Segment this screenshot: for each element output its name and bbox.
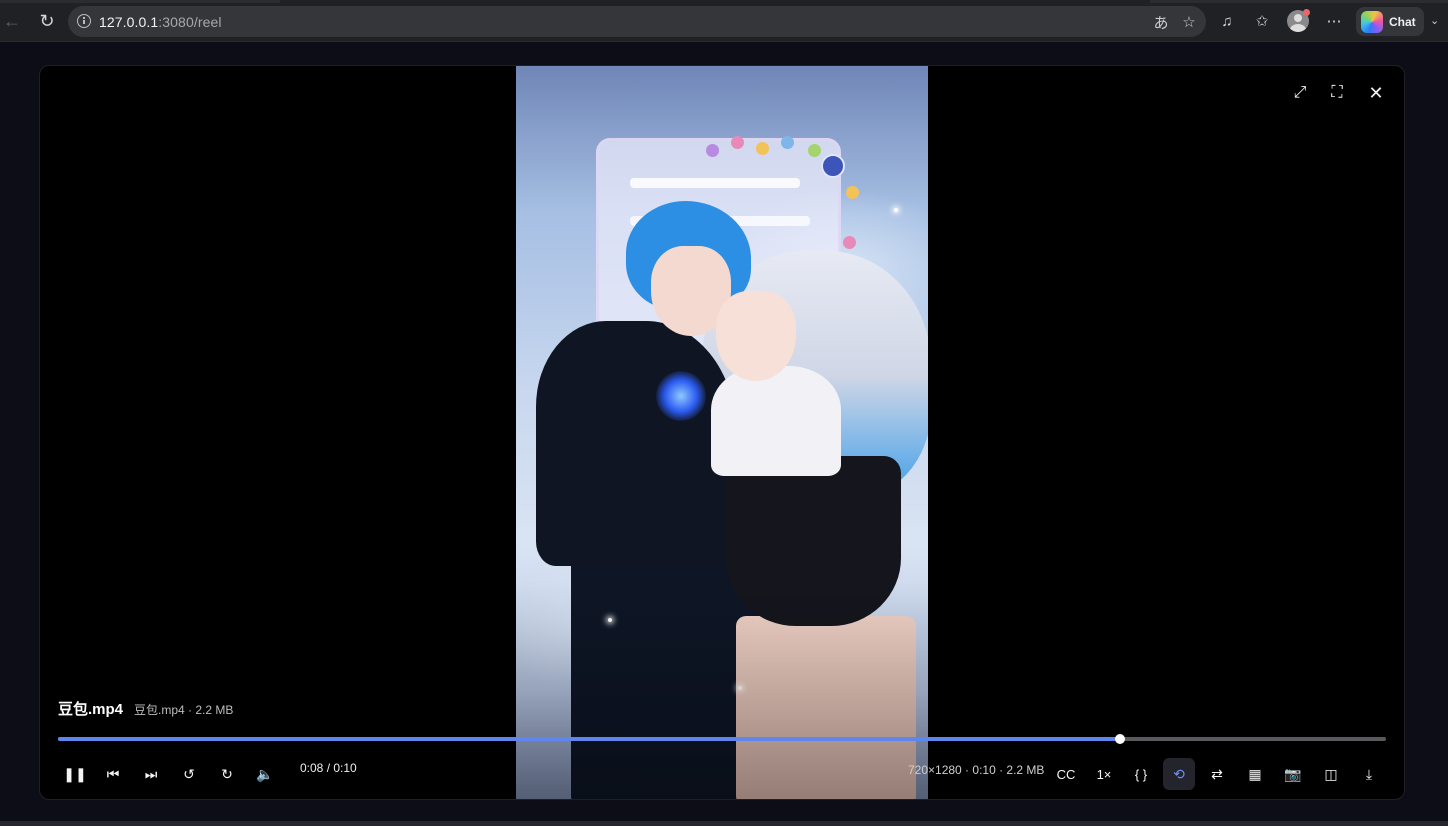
progress-thumb[interactable] (1115, 734, 1126, 744)
chat-label: Chat (1389, 14, 1416, 29)
file-meta: 豆包.mp4 · 2.2 MB (134, 703, 234, 717)
browser-toolbar: ← ↻ 127.0.0.1:3080/reel あ ☆ ♫ ✩ ⋯ Chat ⌄ (0, 0, 1448, 42)
fullscreen-icon[interactable]: ⛶ (1326, 82, 1348, 104)
favorites-icon[interactable]: ✩ (1251, 10, 1273, 32)
copilot-logo-icon (1361, 10, 1383, 33)
loop-icon: ⟲ (1173, 765, 1185, 782)
skip-previous-icon: ⏮ (106, 765, 120, 782)
more-icon[interactable]: ⋯ (1323, 10, 1345, 32)
address-host: 127.0.0.1 (99, 14, 159, 30)
minimize-icon[interactable]: ⤢ (1289, 82, 1311, 104)
loop-button[interactable]: ⟲ (1163, 758, 1195, 790)
previous-button[interactable]: ⏮ (97, 758, 129, 790)
rewind-icon: ↺ (183, 765, 195, 782)
address-text[interactable]: 127.0.0.1:3080/reel (99, 14, 222, 30)
volume-button[interactable]: 🔈 (249, 758, 281, 790)
camera-icon: 📷 (1284, 765, 1302, 782)
video-info: 720×1280 · 0:10 · 2.2 MB (908, 763, 1045, 777)
speed-button[interactable]: 1× (1090, 758, 1118, 790)
captions-button[interactable]: CC (1052, 758, 1080, 790)
picture-in-picture-icon: ◫ (1324, 765, 1338, 782)
progress-fill (58, 737, 1121, 741)
reel-player-modal: ⤢ ⛶ ✕ 豆包.mp4 豆包.mp4 · 2.2 MB ❚❚ ⏮ ⏭ ↺ ↻ … (39, 65, 1405, 800)
page-bottom-bar (0, 821, 1448, 826)
notification-dot (1303, 9, 1310, 16)
time-display: 0:08 / 0:10 (300, 761, 357, 775)
chat-button[interactable]: Chat (1356, 7, 1424, 36)
forward-icon: ↻ (221, 765, 233, 782)
forward-button[interactable]: ↻ (211, 758, 243, 790)
reload-icon[interactable]: ↻ (35, 9, 59, 33)
site-info-icon[interactable] (77, 14, 91, 28)
volume-icon: 🔈 (256, 765, 274, 782)
pause-button[interactable]: ❚❚ (59, 758, 91, 790)
back-arrow-icon[interactable]: ← (0, 9, 24, 33)
shuffle-button[interactable]: ⇄ (1201, 758, 1233, 790)
download-button[interactable]: ⤓ (1353, 758, 1385, 790)
pause-icon: ❚❚ (63, 765, 87, 782)
next-button[interactable]: ⏭ (135, 758, 167, 790)
star-icon[interactable]: ☆ (1178, 11, 1200, 33)
code-button[interactable]: { } (1127, 758, 1155, 790)
music-note-icon[interactable]: ♫ (1216, 10, 1238, 32)
address-path: :3080/reel (158, 14, 222, 30)
chevron-down-icon[interactable]: ⌄ (1430, 14, 1439, 27)
address-bar[interactable]: 127.0.0.1:3080/reel あ ☆ (68, 6, 1206, 37)
snapshot-button[interactable]: 📷 (1277, 758, 1309, 790)
video-scene-element (516, 66, 928, 799)
pip-button[interactable]: ◫ (1315, 758, 1347, 790)
close-icon[interactable]: ✕ (1365, 82, 1387, 104)
image-icon: ▦ (1248, 765, 1262, 782)
translate-icon[interactable]: あ (1150, 11, 1172, 33)
shuffle-icon: ⇄ (1211, 765, 1223, 782)
tab-strip (0, 0, 1448, 3)
progress-bar[interactable] (58, 734, 1386, 744)
rewind-button[interactable]: ↺ (173, 758, 205, 790)
video-frame[interactable] (516, 66, 928, 799)
image-button[interactable]: ▦ (1239, 758, 1271, 790)
file-title: 豆包.mp4 (58, 701, 124, 718)
download-icon: ⤓ (1365, 765, 1373, 782)
skip-next-icon: ⏭ (144, 765, 158, 782)
